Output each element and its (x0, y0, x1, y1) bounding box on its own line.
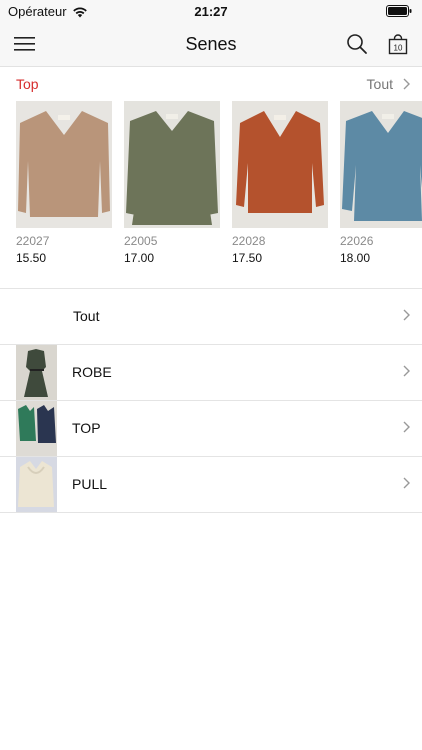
product-image (16, 101, 112, 228)
see-all-link[interactable]: Tout (367, 76, 410, 92)
category-row-tout[interactable]: Tout (0, 289, 422, 345)
product-price: 18.00 (340, 251, 371, 265)
battery-icon (386, 5, 412, 17)
status-time: 21:27 (194, 4, 228, 19)
chevron-right-icon (403, 78, 410, 90)
status-bar: Opérateur 21:27 (0, 0, 422, 22)
see-all-label: Tout (366, 76, 393, 92)
category-thumbnail (16, 345, 57, 400)
product-card[interactable]: 22026 18.00 (340, 101, 422, 265)
category-list: Tout ROBE TOP PULL (0, 289, 422, 513)
product-card[interactable]: 22028 17.50 (232, 101, 328, 265)
category-thumbnail (16, 457, 57, 512)
product-code: 22026 (340, 234, 374, 248)
product-price: 17.00 (124, 251, 155, 265)
category-label: PULL (72, 476, 108, 492)
cart-count: 10 (394, 44, 403, 53)
product-code: 22027 (16, 234, 50, 248)
product-code: 22028 (232, 234, 266, 248)
product-card[interactable]: 22005 17.00 (124, 101, 220, 265)
product-carousel[interactable]: 22027 15.50 22005 17.00 22028 17.50 2202… (16, 101, 422, 271)
category-label: Tout (73, 308, 100, 324)
shopping-bag-icon[interactable]: 10 (388, 33, 408, 55)
product-image (124, 101, 220, 228)
category-label: TOP (72, 420, 101, 436)
chevron-right-icon (403, 365, 410, 377)
category-row-robe[interactable]: ROBE (0, 345, 422, 401)
chevron-right-icon (403, 309, 410, 321)
category-thumbnail (16, 401, 57, 456)
navigation-bar: Senes 10 (0, 22, 422, 67)
section-title: Top (16, 76, 39, 92)
product-image (232, 101, 328, 228)
section-header: Top Tout (0, 70, 422, 96)
search-icon[interactable] (346, 33, 368, 55)
category-row-pull[interactable]: PULL (0, 457, 422, 513)
category-label: ROBE (72, 364, 112, 380)
product-code: 22005 (124, 234, 158, 248)
product-price: 17.50 (232, 251, 263, 265)
product-image (340, 101, 422, 228)
chevron-right-icon (403, 421, 410, 433)
category-row-top[interactable]: TOP (0, 401, 422, 457)
chevron-right-icon (403, 477, 410, 489)
product-price: 15.50 (16, 251, 47, 265)
product-card[interactable]: 22027 15.50 (16, 101, 112, 265)
